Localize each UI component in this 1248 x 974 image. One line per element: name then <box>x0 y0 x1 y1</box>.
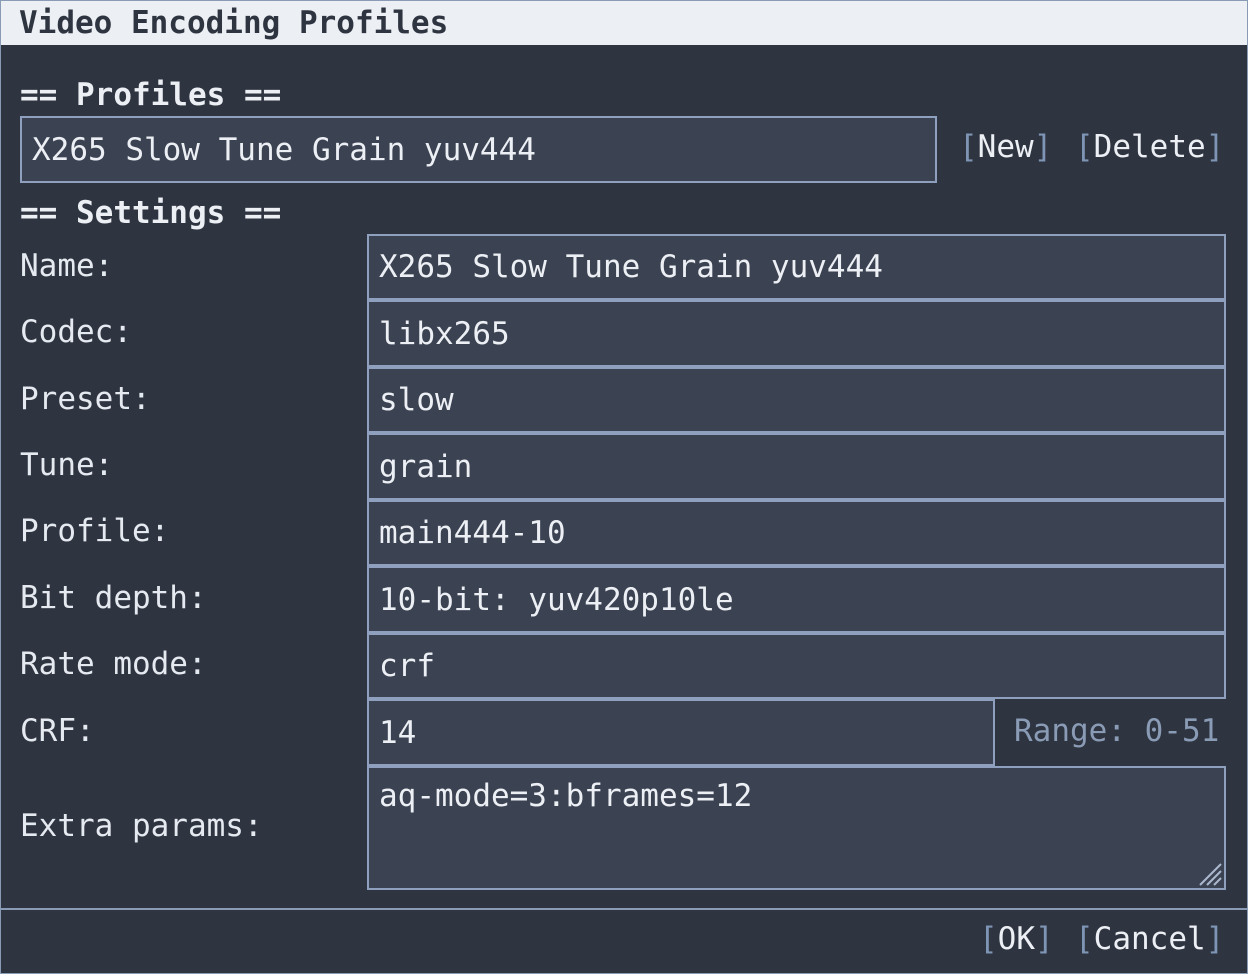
tune-label: Tune: <box>20 447 114 483</box>
extra-params-value: aq-mode=3:bframes=12 <box>379 778 753 814</box>
cancel-button[interactable]: [Cancel] <box>1075 921 1224 957</box>
profile-selector[interactable]: X265 Slow Tune Grain yuv444 <box>20 116 937 183</box>
extra-params-textarea[interactable]: aq-mode=3:bframes=12 <box>367 766 1226 890</box>
cancel-button-label: Cancel <box>1093 921 1206 957</box>
new-profile-button-label: New <box>977 129 1034 165</box>
rate-mode-input[interactable]: crf <box>367 633 1226 699</box>
resize-grip-icon[interactable] <box>1196 860 1222 886</box>
footer-divider <box>1 908 1247 910</box>
ok-button[interactable]: [OK] <box>979 921 1054 957</box>
dialog-window: Video Encoding Profiles == Profiles == X… <box>0 0 1248 974</box>
rate-mode-label: Rate mode: <box>20 646 207 682</box>
delete-profile-button-label: Delete <box>1093 129 1206 165</box>
settings-heading: == Settings == <box>20 195 282 231</box>
preset-label: Preset: <box>20 381 151 417</box>
bit-depth-input[interactable]: 10-bit: yuv420p10le <box>367 566 1226 633</box>
ok-button-label: OK <box>997 921 1035 957</box>
profile-input[interactable]: main444-10 <box>367 500 1226 566</box>
profile-label: Profile: <box>20 513 170 549</box>
bit-depth-label: Bit depth: <box>20 580 207 616</box>
codec-label: Codec: <box>20 314 132 350</box>
profiles-heading: == Profiles == <box>20 77 282 113</box>
crf-label: CRF: <box>20 713 95 749</box>
window-title: Video Encoding Profiles <box>1 1 1247 45</box>
crf-range-hint: Range: 0-51 <box>1014 713 1220 749</box>
name-input[interactable]: X265 Slow Tune Grain yuv444 <box>367 234 1226 300</box>
preset-input[interactable]: slow <box>367 367 1226 433</box>
tune-input[interactable]: grain <box>367 433 1226 500</box>
delete-profile-button[interactable]: [Delete] <box>1075 129 1224 165</box>
new-profile-button[interactable]: [New] <box>959 129 1052 165</box>
crf-input[interactable]: 14 <box>367 699 995 766</box>
extra-params-label: Extra params: <box>20 808 263 844</box>
name-label: Name: <box>20 248 114 284</box>
codec-input[interactable]: libx265 <box>367 300 1226 367</box>
